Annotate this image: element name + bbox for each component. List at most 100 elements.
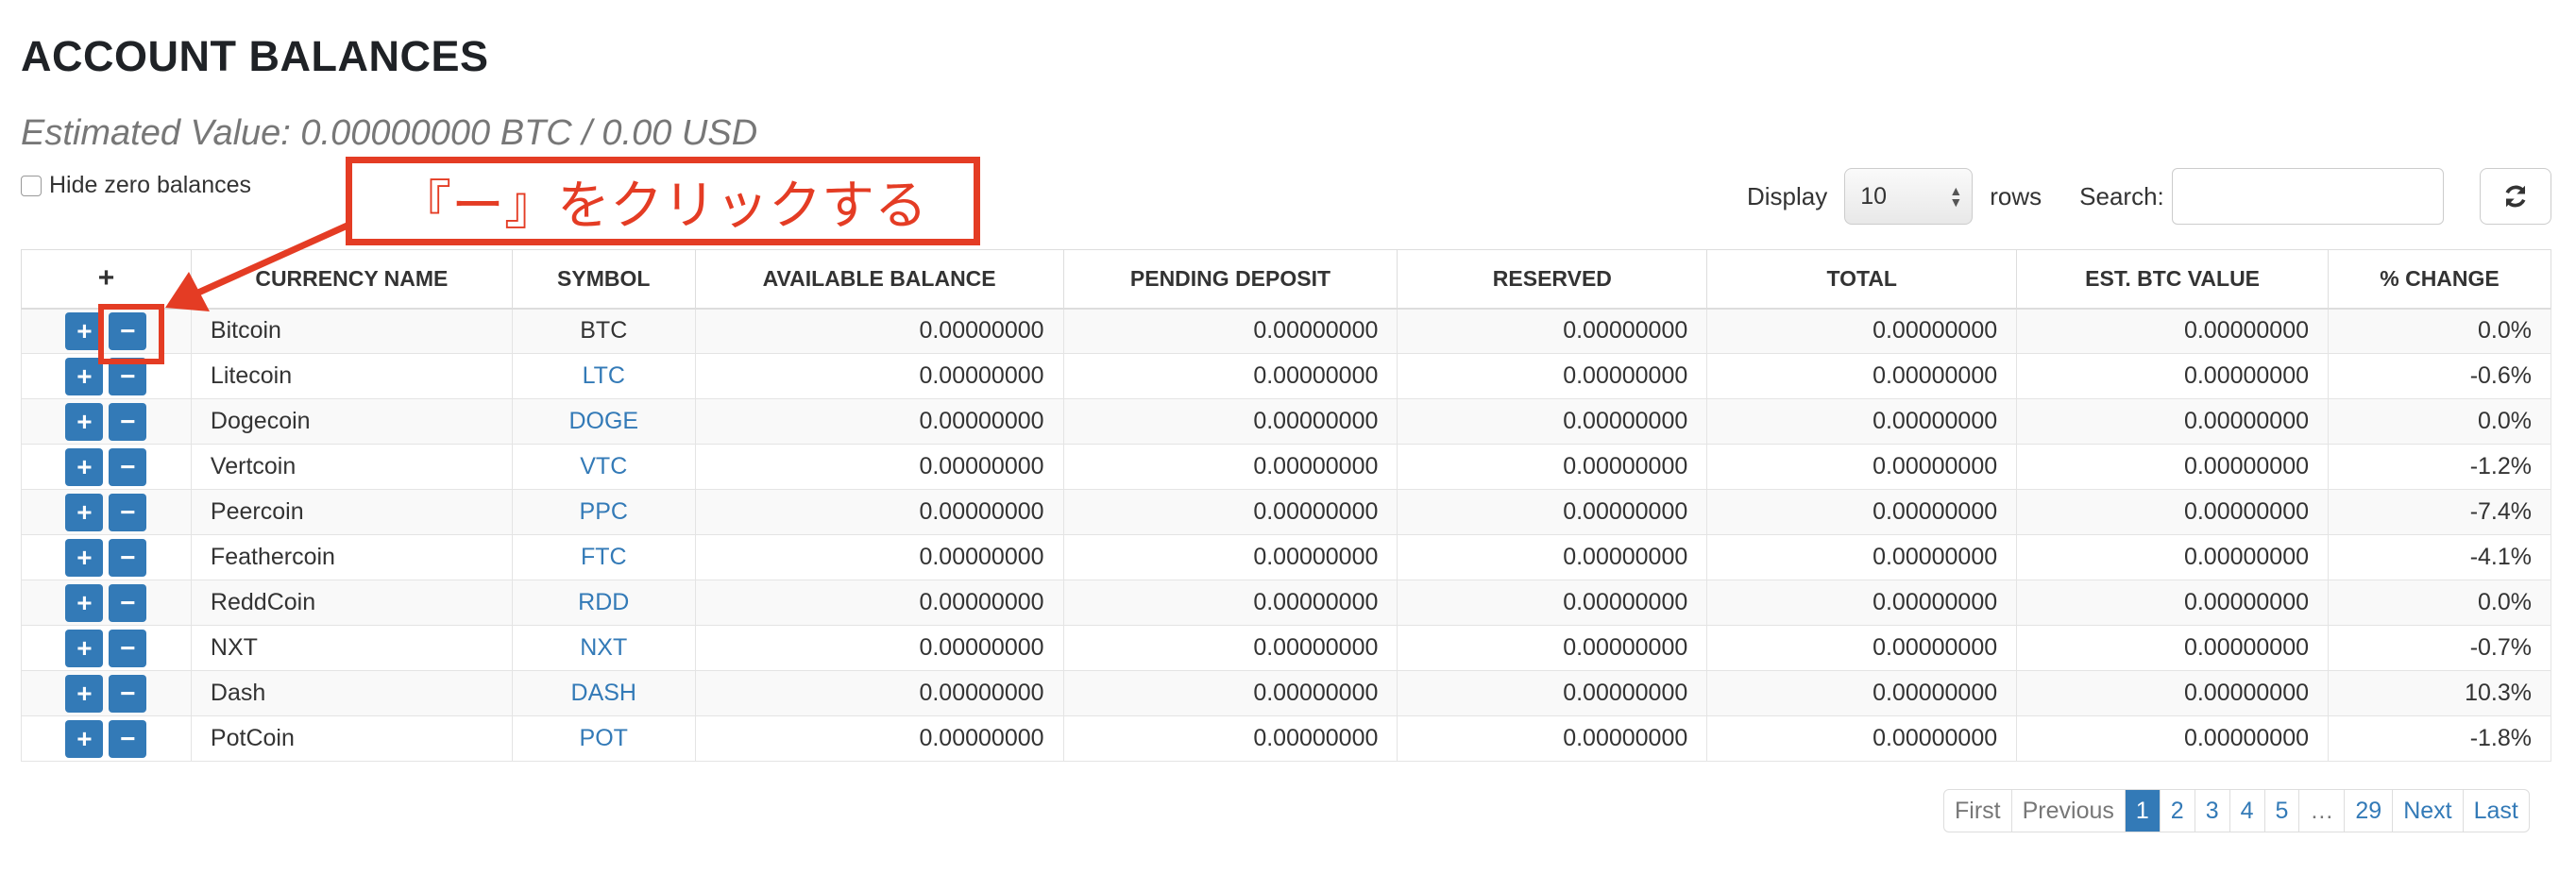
minus-icon: −	[120, 406, 136, 436]
minus-icon: −	[120, 587, 136, 617]
annotation-callout: 『ー』をクリックする	[346, 157, 980, 245]
minus-icon: −	[120, 542, 136, 572]
col-total[interactable]: TOTAL	[1706, 249, 2018, 310]
page-previous[interactable]: Previous	[2010, 790, 2125, 832]
withdraw-button[interactable]: −	[109, 719, 147, 758]
percent-change: -1.8%	[2328, 715, 2551, 762]
withdraw-button[interactable]: −	[109, 447, 147, 486]
hide-zero-balances-toggle[interactable]: Hide zero balances	[21, 172, 251, 199]
deposit-button[interactable]: +	[65, 583, 104, 622]
estimated-value: Estimated Value: 0.00000000 BTC / 0.00 U…	[21, 113, 758, 153]
percent-change: -7.4%	[2328, 489, 2551, 535]
page-next[interactable]: Next	[2392, 790, 2462, 832]
currency-symbol-link[interactable]: VTC	[511, 444, 696, 490]
total: 0.00000000	[1706, 308, 2018, 354]
currency-symbol-link[interactable]: RDD	[511, 580, 696, 626]
percent-change: 0.0%	[2328, 580, 2551, 626]
col-currency-name[interactable]: CURRENCY NAME	[190, 249, 513, 310]
currency-symbol-link[interactable]: POT	[511, 715, 696, 762]
withdraw-button[interactable]: −	[109, 629, 147, 667]
deposit-button[interactable]: +	[65, 493, 104, 531]
reserved: 0.00000000	[1397, 489, 1708, 535]
pending-deposit: 0.00000000	[1062, 444, 1398, 490]
available-balance: 0.00000000	[694, 489, 1064, 535]
est-btc-value: 0.00000000	[2016, 715, 2330, 762]
plus-icon: +	[76, 406, 93, 436]
refresh-icon	[2505, 185, 2526, 208]
total: 0.00000000	[1706, 489, 2018, 535]
table-controls: Display 10 ▲ ▼ rows Search:	[1747, 168, 2444, 225]
pending-deposit: 0.00000000	[1062, 308, 1398, 354]
currency-symbol-link[interactable]: PPC	[511, 489, 696, 535]
available-balance: 0.00000000	[694, 308, 1064, 354]
available-balance: 0.00000000	[694, 715, 1064, 762]
reserved: 0.00000000	[1397, 444, 1708, 490]
table-row: + − NXT NXT 0.00000000 0.00000000 0.00000…	[21, 625, 2551, 671]
currency-symbol-link[interactable]: DASH	[511, 670, 696, 716]
plus-icon: +	[76, 723, 93, 753]
page-1[interactable]: 1	[2124, 790, 2160, 832]
plus-icon: +	[76, 361, 93, 391]
est-btc-value: 0.00000000	[2016, 489, 2330, 535]
available-balance: 0.00000000	[694, 444, 1064, 490]
deposit-button[interactable]: +	[65, 402, 104, 441]
plus-icon: +	[76, 496, 93, 527]
minus-icon: −	[120, 451, 136, 481]
col-est-btc-value[interactable]: EST. BTC VALUE	[2016, 249, 2330, 310]
page-first[interactable]: First	[1944, 790, 2011, 832]
deposit-button[interactable]: +	[65, 674, 104, 713]
deposit-button[interactable]: +	[65, 447, 104, 486]
refresh-button[interactable]	[2480, 168, 2551, 225]
reserved: 0.00000000	[1397, 534, 1708, 580]
row-actions: + −	[21, 715, 192, 762]
deposit-button[interactable]: +	[65, 719, 104, 758]
currency-symbol-link[interactable]: NXT	[511, 625, 696, 671]
deposit-button[interactable]: +	[65, 538, 104, 577]
col-pending-deposit[interactable]: PENDING DEPOSIT	[1062, 249, 1398, 310]
withdraw-button[interactable]: −	[109, 583, 147, 622]
currency-name: Bitcoin	[190, 308, 513, 354]
withdraw-button[interactable]: −	[109, 493, 147, 531]
reserved: 0.00000000	[1397, 715, 1708, 762]
page-2[interactable]: 2	[2159, 790, 2195, 832]
percent-change: 10.3%	[2328, 670, 2551, 716]
page-5[interactable]: 5	[2263, 790, 2299, 832]
row-actions: + −	[21, 534, 192, 580]
currency-symbol-link[interactable]: LTC	[511, 353, 696, 399]
pending-deposit: 0.00000000	[1062, 580, 1398, 626]
minus-icon: −	[120, 678, 136, 708]
page-3[interactable]: 3	[2194, 790, 2229, 832]
col-available-balance[interactable]: AVAILABLE BALANCE	[694, 249, 1064, 310]
page-last[interactable]: Last	[2462, 790, 2529, 832]
withdraw-button[interactable]: −	[109, 402, 147, 441]
hide-zero-checkbox[interactable]	[21, 175, 42, 196]
currency-name: Vertcoin	[190, 444, 513, 490]
search-input[interactable]	[2171, 168, 2444, 225]
available-balance: 0.00000000	[694, 398, 1064, 445]
search-label: Search:	[2079, 181, 2164, 210]
page-29[interactable]: 29	[2344, 790, 2392, 832]
currency-name: Dash	[190, 670, 513, 716]
deposit-button[interactable]: +	[65, 629, 104, 667]
minus-icon: −	[120, 361, 136, 391]
available-balance: 0.00000000	[694, 670, 1064, 716]
available-balance: 0.00000000	[694, 534, 1064, 580]
col-reserved[interactable]: RESERVED	[1397, 249, 1708, 310]
hide-zero-label: Hide zero balances	[49, 172, 252, 198]
currency-symbol-link[interactable]: DOGE	[511, 398, 696, 445]
plus-icon: +	[76, 587, 93, 617]
withdraw-button[interactable]: −	[109, 674, 147, 713]
rows-per-page-select[interactable]: 10 ▲ ▼	[1844, 168, 1974, 225]
col-symbol[interactable]: SYMBOL	[511, 249, 696, 310]
page-ellipsis: …	[2298, 790, 2344, 832]
page-4[interactable]: 4	[2229, 790, 2264, 832]
percent-change: 0.0%	[2328, 398, 2551, 445]
reserved: 0.00000000	[1397, 308, 1708, 354]
withdraw-button[interactable]: −	[109, 538, 147, 577]
col-percent-change[interactable]: % CHANGE	[2328, 249, 2551, 310]
percent-change: 0.0%	[2328, 308, 2551, 354]
percent-change: -0.6%	[2328, 353, 2551, 399]
currency-symbol-link[interactable]: FTC	[511, 534, 696, 580]
total: 0.00000000	[1706, 534, 2018, 580]
add-all-header[interactable]: +	[21, 249, 192, 310]
